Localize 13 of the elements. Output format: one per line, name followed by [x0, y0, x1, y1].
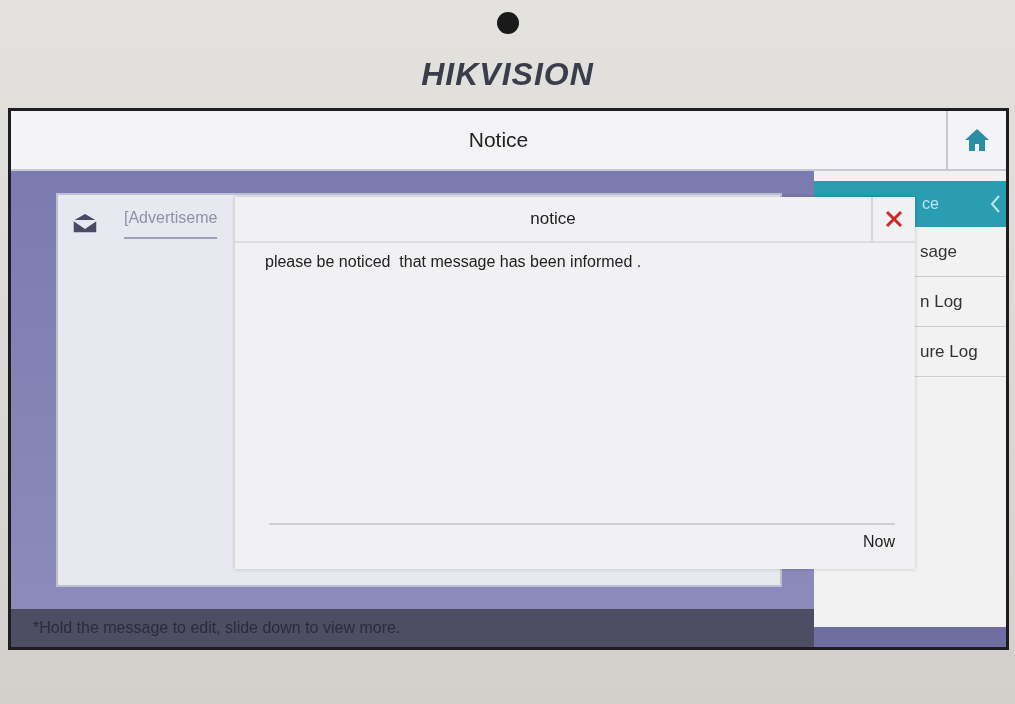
- sidebar-title: ce: [922, 195, 939, 213]
- dialog-message: please be noticed that message has been informed .: [264, 252, 643, 271]
- envelope-icon: [72, 212, 98, 234]
- chevron-left-icon[interactable]: [990, 195, 1000, 213]
- brand-logo: HIKVISION: [421, 56, 594, 93]
- message-item[interactable]: [Advertiseme: [124, 207, 218, 239]
- dialog-title: notice: [529, 208, 577, 230]
- dialog-time: Now: [863, 533, 895, 551]
- close-button[interactable]: [871, 197, 915, 241]
- camera-lens: [496, 12, 519, 34]
- header-title: Notice: [467, 128, 530, 152]
- close-icon: [885, 210, 903, 228]
- home-icon: [964, 128, 990, 152]
